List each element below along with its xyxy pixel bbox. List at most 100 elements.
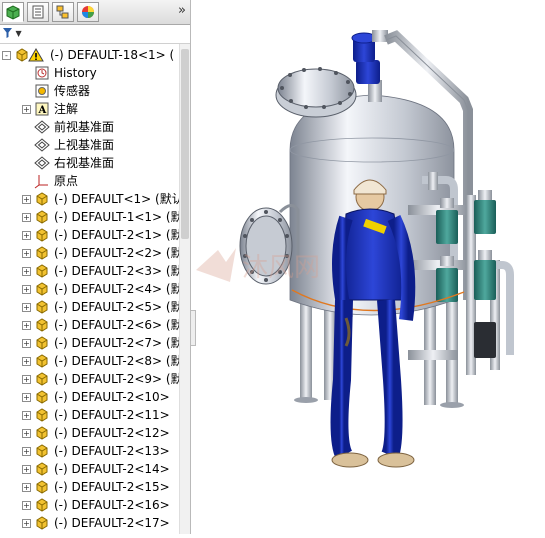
expand-icon[interactable]: + <box>22 375 31 384</box>
part-icon <box>34 263 50 279</box>
origin-icon <box>34 173 50 189</box>
expand-icon[interactable]: + <box>22 519 31 528</box>
configuration-icon <box>56 5 69 19</box>
expand-icon[interactable]: + <box>22 195 31 204</box>
filter-dropdown[interactable]: ▼ <box>3 26 22 39</box>
filter-tank-model: 沐风网 <box>196 30 514 468</box>
tree-item-label: (-) DEFAULT-2<8> (默 <box>54 354 183 368</box>
expand-icon[interactable]: + <box>22 267 31 276</box>
assembly-warning-icon <box>14 47 30 63</box>
property-manager-tab[interactable] <box>27 2 49 22</box>
configuration-manager-tab[interactable] <box>52 2 74 22</box>
part-icon <box>34 299 50 315</box>
feature-manager-panel: » ▼ - (-) DEFAULT-18<1> ( History 传感器 + A 注解前视… <box>0 0 191 534</box>
part-icon <box>34 407 50 423</box>
tree-item-label: (-) DEFAULT-2<4> (默 <box>54 282 183 296</box>
part-icon <box>34 191 50 207</box>
tree-item-label: (-) DEFAULT-18<1> ( <box>50 48 175 62</box>
tree-item-label: (-) DEFAULT-2<16> <box>54 498 170 512</box>
panel-tab-bar: » <box>0 0 190 25</box>
expand-icon[interactable]: + <box>22 249 31 258</box>
tree-item-label: 右视基准面 <box>54 156 115 170</box>
expand-icon[interactable]: + <box>22 429 31 438</box>
tree-item-label: (-) DEFAULT-2<3> (默 <box>54 264 183 278</box>
tree-item-label: 前视基准面 <box>54 120 115 134</box>
tree-item-label: (-) DEFAULT-2<1> (默 <box>54 228 183 242</box>
tree-item-label: (-) DEFAULT-2<17> <box>54 516 170 530</box>
part-icon <box>34 443 50 459</box>
warning-icon <box>28 47 44 63</box>
watermark-text: 沐风网 <box>242 253 320 283</box>
part-icon <box>34 497 50 513</box>
part-icon <box>34 425 50 441</box>
expand-icon[interactable]: + <box>22 411 31 420</box>
tree-item-label: 传感器 <box>54 84 91 98</box>
part-icon <box>34 479 50 495</box>
tree-item-label: (-) DEFAULT-2<7> (默 <box>54 336 183 350</box>
tree-item-label: (-) DEFAULT-2<2> (默 <box>54 246 183 260</box>
part-icon <box>34 281 50 297</box>
part-icon <box>34 209 50 225</box>
tree-item-label: 注解 <box>54 102 79 116</box>
tree-item-label: History <box>54 66 97 80</box>
worker-figure <box>330 179 416 468</box>
appearance-pie-icon <box>82 6 94 18</box>
part-icon <box>34 515 50 531</box>
funnel-icon <box>3 28 12 38</box>
expand-icon[interactable]: + <box>22 105 31 114</box>
part-icon <box>34 227 50 243</box>
property-sheet-icon <box>32 5 44 19</box>
feature-tree: - (-) DEFAULT-18<1> ( History 传感器 + A 注解前视基准面上… <box>0 44 184 534</box>
tree-item-label: (-) DEFAULT-1<1> (默 <box>54 210 183 224</box>
more-tabs-button[interactable]: » <box>178 3 186 18</box>
expand-icon[interactable]: + <box>22 357 31 366</box>
tree-item-label: 原点 <box>54 174 79 188</box>
plane-icon <box>34 119 50 135</box>
plane-icon <box>34 137 50 153</box>
filter-bar: ▼ <box>0 25 190 44</box>
part-icon <box>34 389 50 405</box>
watermark: 沐风网 <box>196 248 320 283</box>
part-icon <box>34 317 50 333</box>
tree-item-label: (-) DEFAULT-2<12> <box>54 426 170 440</box>
expand-icon[interactable]: + <box>22 339 31 348</box>
collapse-icon[interactable]: - <box>2 51 11 60</box>
tree-item-label: 上视基准面 <box>54 138 115 152</box>
expand-icon[interactable]: + <box>22 483 31 492</box>
part-icon <box>34 353 50 369</box>
filter-chevron-icon: ▼ <box>15 29 22 38</box>
tree-item-label: (-) DEFAULT-2<13> <box>54 444 170 458</box>
tree-item-label: (-) DEFAULT-2<14> <box>54 462 170 476</box>
expand-icon[interactable]: + <box>22 321 31 330</box>
tree-item-label: (-) DEFAULT-2<15> <box>54 480 170 494</box>
svg-text:A: A <box>38 105 47 116</box>
tree-item-label: (-) DEFAULT<1> (默认 <box>54 192 184 206</box>
expand-icon[interactable]: + <box>22 393 31 402</box>
expand-icon[interactable]: + <box>22 465 31 474</box>
expand-icon[interactable]: + <box>22 285 31 294</box>
expand-icon[interactable]: + <box>22 501 31 510</box>
tree-item-label: (-) DEFAULT-2<9> (默 <box>54 372 183 386</box>
tree-scrollbar[interactable] <box>179 44 190 534</box>
feature-manager-tab[interactable] <box>2 2 24 22</box>
annotation-icon: A <box>34 101 50 117</box>
part-icon <box>34 461 50 477</box>
tree-item-label: (-) DEFAULT-2<10> <box>54 390 170 404</box>
tree-item-label: (-) DEFAULT-2<11> <box>54 408 170 422</box>
expand-icon[interactable]: + <box>22 213 31 222</box>
part-icon <box>34 371 50 387</box>
tree-item-label: (-) DEFAULT-2<5> (默 <box>54 300 183 314</box>
history-icon <box>34 65 50 81</box>
plane-icon <box>34 155 50 171</box>
expand-icon[interactable]: + <box>22 447 31 456</box>
expand-icon[interactable]: + <box>22 303 31 312</box>
part-icon <box>34 335 50 351</box>
expand-icon[interactable]: + <box>22 231 31 240</box>
sensor-icon <box>34 83 50 99</box>
graphics-viewport[interactable]: 沐风网 <box>196 0 545 534</box>
feature-tree-icon <box>6 5 20 20</box>
appearance-tab[interactable] <box>77 2 99 22</box>
scrollbar-thumb[interactable] <box>181 49 189 239</box>
tree-item-label: (-) DEFAULT-2<6> (默 <box>54 318 183 332</box>
part-icon <box>34 245 50 261</box>
